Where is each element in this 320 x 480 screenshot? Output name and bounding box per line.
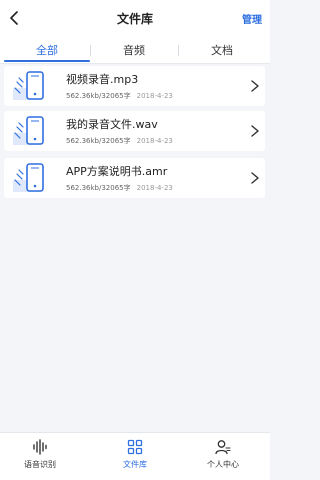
file-name: 我的录音文件.wav bbox=[66, 118, 158, 131]
nav-label: 文件库 bbox=[123, 460, 147, 469]
file-item[interactable]: 视频录音.mp3 562.36kb/32065字 2018-4-23 bbox=[4, 66, 265, 106]
file-name: APP方案说明书.amr bbox=[66, 165, 168, 178]
file-meta: 562.36kb/32065字 2018-4-23 bbox=[66, 183, 173, 193]
file-size: 562.36kb/32065字 bbox=[66, 184, 131, 192]
file-library-screen: 文件库 管理 全部 音频 文档 视频录音.mp3 562.36kb/32065字… bbox=[0, 0, 270, 480]
file-item[interactable]: 我的录音文件.wav 562.36kb/32065字 2018-4-23 bbox=[4, 111, 265, 151]
bottom-nav: 语音识别 文件库 个人中心 bbox=[0, 432, 270, 480]
file-size: 562.36kb/32065字 bbox=[66, 92, 131, 100]
page-title: 文件库 bbox=[116, 12, 153, 26]
audio-file-icon bbox=[13, 71, 44, 100]
file-date: 2018-4-23 bbox=[136, 137, 173, 145]
nav-label: 个人中心 bbox=[207, 460, 239, 469]
audio-file-icon bbox=[13, 116, 44, 145]
tab-all[interactable]: 全部 bbox=[4, 38, 90, 62]
chevron-right-icon bbox=[251, 125, 259, 137]
tab-divider bbox=[178, 45, 179, 56]
grid-icon bbox=[127, 439, 143, 455]
header-bar: 文件库 管理 bbox=[0, 0, 270, 38]
file-size: 562.36kb/32065字 bbox=[66, 137, 131, 145]
user-icon bbox=[215, 440, 231, 455]
file-date: 2018-4-23 bbox=[136, 92, 173, 100]
audio-file-icon bbox=[13, 163, 44, 192]
nav-speech-recognition[interactable]: 语音识别 bbox=[5, 439, 75, 477]
file-meta: 562.36kb/32065字 2018-4-23 bbox=[66, 91, 173, 101]
tab-divider bbox=[90, 45, 91, 56]
nav-file-library[interactable]: 文件库 bbox=[100, 439, 170, 477]
nav-personal-center[interactable]: 个人中心 bbox=[188, 439, 258, 477]
waveform-icon bbox=[33, 439, 47, 455]
file-name: 视频录音.mp3 bbox=[66, 73, 139, 86]
nav-label: 语音识别 bbox=[24, 460, 56, 469]
manage-button[interactable]: 管理 bbox=[242, 11, 262, 26]
active-tab-indicator bbox=[4, 60, 90, 62]
chevron-right-icon bbox=[251, 172, 259, 184]
tab-documents[interactable]: 文档 bbox=[178, 38, 266, 62]
chevron-right-icon bbox=[251, 80, 259, 92]
file-date: 2018-4-23 bbox=[136, 184, 173, 192]
tab-audio[interactable]: 音频 bbox=[90, 38, 178, 62]
file-item[interactable]: APP方案说明书.amr 562.36kb/32065字 2018-4-23 bbox=[4, 158, 265, 198]
file-meta: 562.36kb/32065字 2018-4-23 bbox=[66, 136, 173, 146]
